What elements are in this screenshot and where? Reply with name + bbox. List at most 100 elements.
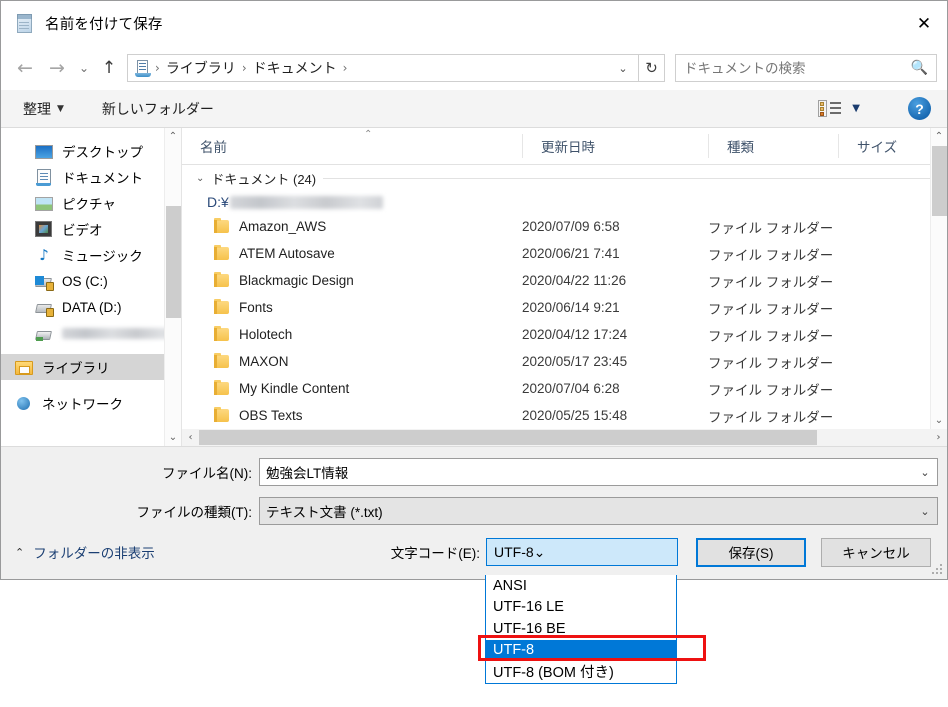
- folder-icon: [214, 218, 229, 233]
- group-header[interactable]: ⌄ ドキュメント (24): [182, 165, 947, 191]
- resize-grip[interactable]: [932, 564, 943, 575]
- page-background: [0, 580, 948, 707]
- title-bar: 名前を付けて保存 ✕: [1, 1, 947, 46]
- chevron-up-icon: ⌃: [15, 545, 25, 559]
- group-path-prefix: D:¥: [207, 194, 229, 210]
- back-button[interactable]: ←: [9, 53, 41, 83]
- scrollbar-thumb[interactable]: [932, 146, 947, 216]
- filetype-row: ファイルの種類(T): テキスト文書 (*.txt) ⌄: [1, 497, 947, 525]
- file-date: 2020/04/22 11:26: [522, 273, 627, 288]
- sidebar-item-videos[interactable]: ビデオ: [1, 216, 181, 242]
- encoding-select[interactable]: UTF-8 ⌄: [486, 538, 678, 566]
- table-row[interactable]: Fonts 2020/06/14 9:21 ファイル フォルダー: [182, 294, 947, 321]
- column-header-size[interactable]: サイズ: [838, 134, 930, 158]
- organize-label: 整理: [23, 100, 51, 117]
- chevron-down-icon[interactable]: ⌄: [913, 498, 937, 524]
- scrollbar-thumb[interactable]: [166, 206, 181, 318]
- column-header-name[interactable]: 名前: [182, 134, 522, 158]
- new-folder-button[interactable]: 新しいフォルダー: [102, 99, 214, 119]
- table-row[interactable]: OBS Texts 2020/05/25 15:48 ファイル フォルダー: [182, 402, 947, 429]
- scroll-up-icon[interactable]: ⌃: [931, 128, 947, 145]
- sidebar-item-data-drive[interactable]: DATA (D:): [1, 294, 181, 320]
- dropdown-option-utf8[interactable]: UTF-8: [486, 639, 676, 661]
- chevron-down-icon[interactable]: ⌄: [196, 173, 204, 184]
- sidebar-item-label: ミュージック: [62, 249, 143, 264]
- sidebar-item-documents[interactable]: ドキュメント: [1, 164, 181, 190]
- breadcrumb-separator[interactable]: ›: [342, 61, 349, 75]
- search-input[interactable]: [684, 60, 911, 76]
- folder-icon: [214, 380, 229, 395]
- sidebar-item-network-drive[interactable]: [1, 320, 181, 346]
- desktop-icon: [35, 143, 53, 160]
- chevron-down-icon[interactable]: ⌄: [913, 459, 937, 485]
- encoding-dropdown-list[interactable]: ANSI UTF-16 LE UTF-16 BE UTF-8 UTF-8 (BO…: [485, 575, 677, 684]
- dropdown-option-utf16le[interactable]: UTF-16 LE: [486, 597, 676, 619]
- save-form: ファイル名(N): 勉強会LT情報 ⌄ ファイルの種類(T): テキスト文書 (…: [1, 446, 947, 579]
- column-header-type[interactable]: 種類: [708, 134, 838, 158]
- table-row[interactable]: My Kindle Content 2020/07/04 6:28 ファイル フ…: [182, 375, 947, 402]
- file-list-horizontal-scrollbar[interactable]: ‹ ›: [182, 429, 947, 446]
- sidebar-item-desktop[interactable]: デスクトップ: [1, 138, 181, 164]
- new-folder-label: 新しいフォルダー: [101, 100, 214, 117]
- file-name: Blackmagic Design: [239, 273, 354, 288]
- table-row[interactable]: Holotech 2020/04/12 17:24 ファイル フォルダー: [182, 321, 947, 348]
- file-name: OBS Texts: [239, 408, 303, 423]
- refresh-icon[interactable]: ↻: [639, 54, 665, 82]
- scroll-left-icon[interactable]: ‹: [182, 432, 199, 443]
- file-date: 2020/05/25 15:48: [522, 408, 628, 423]
- table-row[interactable]: MAXON 2020/05/17 23:45 ファイル フォルダー: [182, 348, 947, 375]
- search-box[interactable]: 🔍: [675, 54, 937, 82]
- breadcrumb-item-libraries[interactable]: ライブラリ: [161, 58, 241, 78]
- search-icon: 🔍: [910, 60, 928, 76]
- table-row[interactable]: ATEM Autosave 2020/06/21 7:41 ファイル フォルダー: [182, 240, 947, 267]
- sidebar-item-libraries[interactable]: ライブラリ: [1, 354, 181, 380]
- navigation-bar: ← → ⌄ ↑ › ライブラリ › ドキュメント › ⌄ ↻ 🔍: [1, 46, 947, 90]
- close-icon[interactable]: ✕: [901, 1, 947, 46]
- file-type: ファイル フォルダー: [708, 328, 834, 344]
- scroll-up-icon[interactable]: ⌃: [165, 128, 181, 145]
- file-type: ファイル フォルダー: [708, 220, 834, 236]
- sidebar-item-os-drive[interactable]: OS (C:): [1, 268, 181, 294]
- windows-drive-locked-icon: [35, 273, 54, 291]
- group-path-blurred: [229, 195, 383, 209]
- address-bar[interactable]: › ライブラリ › ドキュメント › ⌄: [127, 54, 639, 82]
- chevron-down-icon[interactable]: ⌄: [612, 55, 634, 81]
- breadcrumb-item-documents[interactable]: ドキュメント: [248, 58, 342, 78]
- scrollbar-thumb[interactable]: [199, 430, 817, 445]
- chevron-down-icon[interactable]: ⌄: [534, 544, 546, 561]
- drive-locked-icon: [35, 299, 54, 317]
- hide-folders-toggle[interactable]: ⌃ フォルダーの非表示: [15, 542, 155, 562]
- file-list-vertical-scrollbar[interactable]: ⌃ ⌄: [930, 128, 947, 429]
- encoding-label: 文字コード(E):: [390, 546, 480, 561]
- sidebar-item-label: ライブラリ: [42, 361, 110, 376]
- dropdown-option-utf16be[interactable]: UTF-16 BE: [486, 618, 676, 640]
- table-row[interactable]: Amazon_AWS 2020/07/09 6:58 ファイル フォルダー: [182, 213, 947, 240]
- folder-icon: [214, 245, 229, 260]
- table-row[interactable]: Blackmagic Design 2020/04/22 11:26 ファイル …: [182, 267, 947, 294]
- dropdown-option-utf8-bom[interactable]: UTF-8 (BOM 付き): [486, 661, 676, 683]
- recent-locations-button[interactable]: ⌄: [73, 53, 95, 83]
- file-date: 2020/07/04 6:28: [522, 381, 620, 396]
- scroll-right-icon[interactable]: ›: [930, 432, 947, 443]
- sidebar-item-label: ドキュメント: [62, 171, 143, 186]
- breadcrumb-separator[interactable]: ›: [241, 61, 248, 75]
- filetype-select[interactable]: テキスト文書 (*.txt) ⌄: [259, 497, 938, 525]
- save-button[interactable]: 保存(S): [696, 537, 806, 567]
- change-view-icon[interactable]: [818, 100, 842, 117]
- organize-button[interactable]: 整理 ▼: [23, 99, 64, 119]
- view-caret-icon[interactable]: ▼: [852, 103, 860, 114]
- scroll-down-icon[interactable]: ⌄: [165, 429, 181, 446]
- filename-input[interactable]: 勉強会LT情報 ⌄: [259, 458, 938, 486]
- up-button[interactable]: ↑: [95, 53, 123, 83]
- dropdown-option-ansi[interactable]: ANSI: [486, 575, 676, 597]
- sidebar-item-network[interactable]: ネットワーク: [1, 390, 181, 416]
- sidebar-scrollbar[interactable]: ⌃ ⌄: [164, 128, 181, 446]
- sidebar-item-pictures[interactable]: ピクチャ: [1, 190, 181, 216]
- cancel-button[interactable]: キャンセル: [821, 537, 931, 567]
- sidebar-item-label-blurred: [62, 327, 180, 339]
- column-header-date[interactable]: 更新日時: [522, 134, 708, 158]
- forward-button[interactable]: →: [41, 53, 73, 83]
- sidebar-item-music[interactable]: ♪ ミュージック: [1, 242, 181, 268]
- help-icon[interactable]: ?: [908, 97, 931, 120]
- scroll-down-icon[interactable]: ⌄: [931, 412, 947, 429]
